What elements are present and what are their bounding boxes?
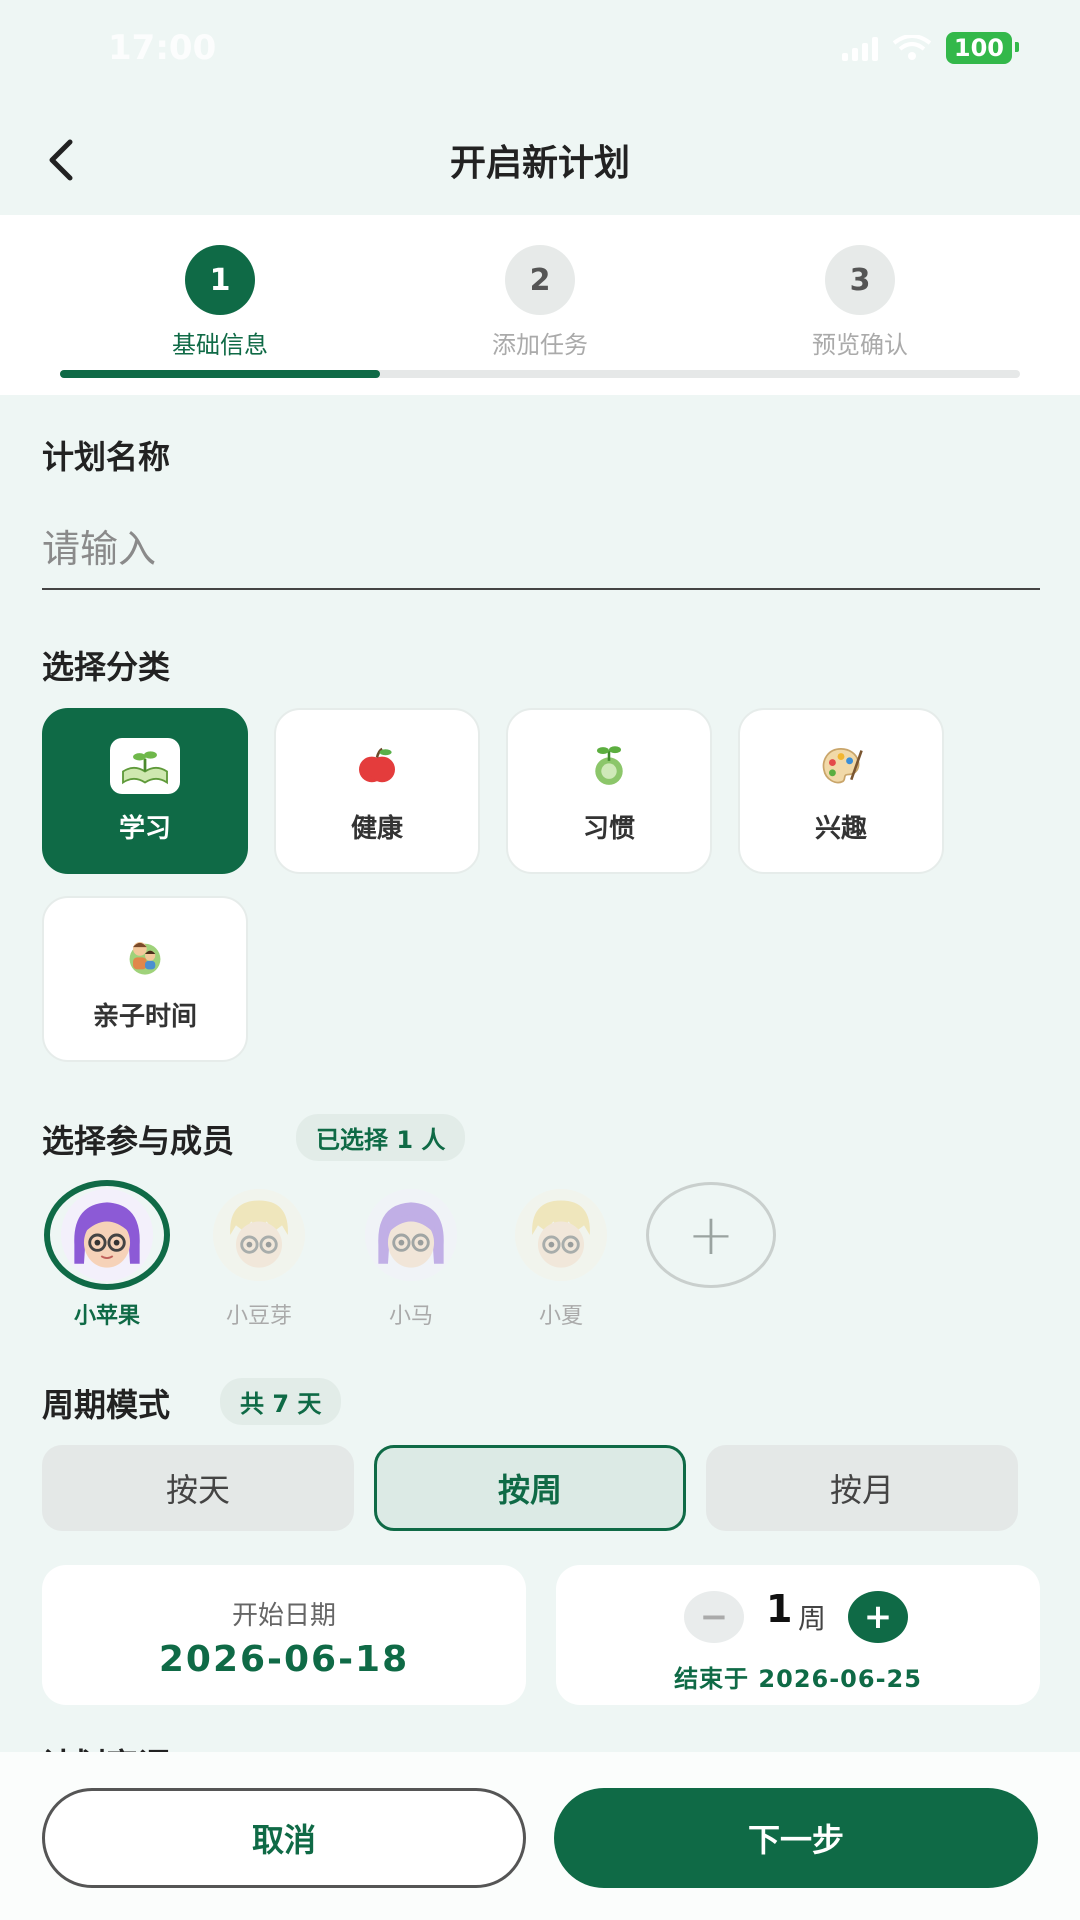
step-label: 预览确认 (812, 331, 908, 359)
book-sprout-icon (110, 737, 180, 794)
category-label: 亲子时间 (92, 1001, 197, 1032)
member-xiaoma[interactable]: 小马 (346, 1180, 476, 1330)
step-number: 1 (185, 245, 255, 315)
period-days-badge: 共 7 天 (220, 1378, 342, 1425)
nav-header: 开启新计划 (0, 110, 1080, 210)
category-habit[interactable]: 习惯 (506, 708, 712, 874)
step-label: 基础信息 (172, 331, 268, 359)
category-parent-child[interactable]: 亲子时间 (42, 896, 248, 1062)
step-number: 2 (505, 245, 575, 315)
duration-count: 1 (766, 1587, 793, 1631)
category-interest[interactable]: 兴趣 (738, 708, 944, 874)
end-date-text: 结束于 2026-06-25 (674, 1665, 922, 1693)
plus-icon: + (687, 1202, 735, 1268)
cancel-button[interactable]: 取消 (42, 1788, 526, 1888)
members-title: 选择参与成员 (42, 1122, 235, 1160)
decrease-duration-button[interactable]: − (684, 1591, 744, 1643)
member-name: 小夏 (538, 1304, 583, 1329)
start-date-value: 2026-06-18 (158, 1639, 410, 1680)
category-label: 习惯 (582, 813, 635, 844)
step-2: 2 添加任务 (440, 245, 640, 360)
member-xiaoxia[interactable]: 小夏 (496, 1180, 626, 1330)
signal-icon (841, 35, 878, 61)
member-name: 小豆芽 (225, 1304, 292, 1329)
period-mode-week[interactable]: 按周 (374, 1445, 686, 1531)
category-label: 健康 (350, 813, 403, 844)
step-label: 添加任务 (492, 331, 588, 359)
category-label: 学习 (118, 813, 171, 844)
status-time: 17:00 (108, 28, 217, 68)
step-3: 3 预览确认 (760, 245, 960, 360)
next-step-button[interactable]: 下一步 (554, 1788, 1038, 1888)
member-name: 小苹果 (73, 1304, 140, 1329)
duration-card: − 1 周 + 结束于 2026-06-25 (556, 1565, 1040, 1705)
category-label: 兴趣 (814, 813, 867, 844)
period-mode-day[interactable]: 按天 (42, 1445, 354, 1531)
member-xiaopingguo[interactable]: 小苹果 (42, 1180, 172, 1330)
avatar (44, 1180, 170, 1290)
apple-icon (349, 738, 405, 794)
bottom-action-bar: 取消 下一步 (0, 1752, 1080, 1920)
period-mode-month[interactable]: 按月 (706, 1445, 1018, 1531)
category-study[interactable]: 学习 (42, 708, 248, 874)
wifi-icon (892, 35, 932, 60)
step-number: 3 (825, 245, 895, 315)
avatar (349, 1180, 473, 1290)
step-progress-fill (60, 370, 380, 378)
category-title: 选择分类 (42, 648, 171, 686)
page-title: 开启新计划 (449, 143, 630, 184)
step-indicator: 1 基础信息 2 添加任务 3 预览确认 (0, 215, 1080, 395)
avatar (197, 1180, 321, 1290)
plan-name-title: 计划名称 (42, 438, 171, 476)
step-1: 1 基础信息 (120, 245, 320, 360)
members-selected-badge: 已选择 1 人 (296, 1114, 466, 1161)
member-xiaodouya[interactable]: 小豆芽 (194, 1180, 324, 1330)
palette-icon (813, 738, 869, 794)
duration-unit: 周 (798, 1602, 827, 1635)
plan-name-input[interactable] (42, 510, 1040, 590)
member-name: 小马 (388, 1304, 433, 1329)
step-progress-bar (60, 370, 1020, 378)
parent-child-icon (117, 926, 173, 982)
habit-sprout-icon (581, 738, 637, 794)
start-date-card[interactable]: 开始日期 2026-06-18 (42, 1565, 526, 1705)
category-health[interactable]: 健康 (274, 708, 480, 874)
status-bar: 17:00 100 (0, 0, 1080, 100)
increase-duration-button[interactable]: + (848, 1591, 908, 1643)
battery-indicator: 100 (945, 32, 1020, 64)
status-icons: 100 (841, 32, 1020, 64)
add-member-button[interactable]: + (646, 1182, 776, 1288)
start-date-label: 开始日期 (231, 1601, 336, 1631)
avatar (499, 1180, 623, 1290)
period-title: 周期模式 (42, 1386, 171, 1424)
